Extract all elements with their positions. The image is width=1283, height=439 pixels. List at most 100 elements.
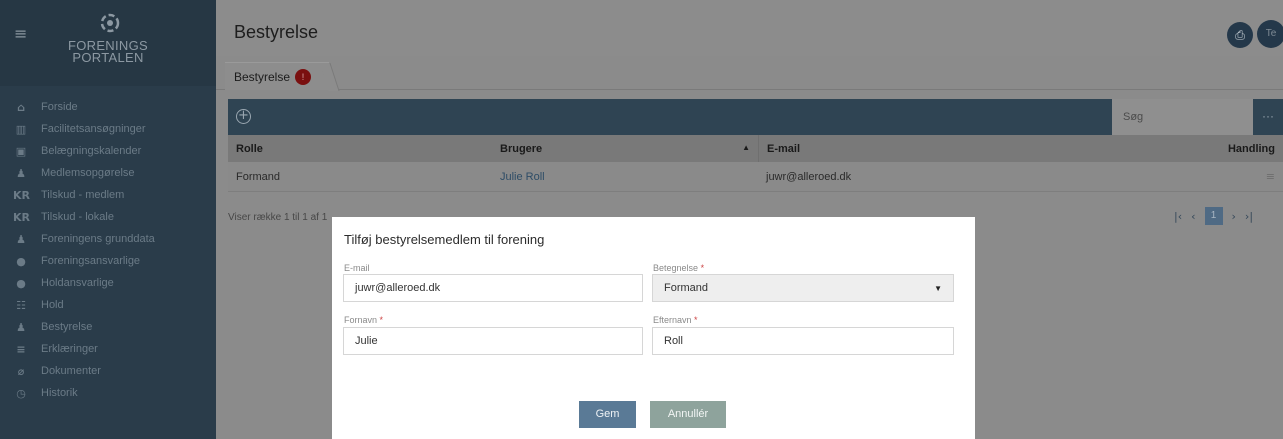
sort-asc-icon: ▲ [742, 142, 750, 152]
sidebar-item-label: Facilitetsansøgninger [41, 123, 146, 135]
table-header: Rolle Brugere ▲ E-mail Handling [228, 135, 1283, 162]
list-check-icon: ≡ [16, 342, 26, 356]
sidebar-item[interactable]: ● Holdansvarlige [0, 272, 216, 294]
sidebar-item-label: Foreningens grunddata [41, 233, 155, 245]
kr-icon: KR [13, 188, 30, 202]
betegnelse-value: Formand [664, 282, 709, 294]
cell-brugere: Julie Roll [492, 171, 758, 183]
sidebar-item[interactable]: ♟ Medlemsopgørelse [0, 162, 216, 184]
logo-icon [100, 13, 120, 33]
column-header-rolle[interactable]: Rolle [228, 143, 492, 155]
next-page-icon[interactable]: › [1232, 210, 1236, 223]
sidebar-item-label: Hold [41, 299, 64, 311]
sidebar-item[interactable]: ♟ Bestyrelse [0, 316, 216, 338]
kr-icon: KR [13, 210, 30, 224]
tab-bestyrelse[interactable]: Bestyrelse ! [225, 62, 330, 90]
sidebar-item[interactable]: ☷ Hold [0, 294, 216, 316]
sidebar-item-label: Tilskud - medlem [41, 189, 125, 201]
building-icon: ▥ [15, 122, 27, 136]
paperclip-icon: ⌀ [17, 364, 25, 378]
user-link[interactable]: Julie Roll [500, 171, 545, 183]
sidebar-item[interactable]: ♟ Foreningens grunddata [0, 228, 216, 250]
fornavn-field[interactable]: Julie [343, 327, 643, 355]
add-circle-icon[interactable]: + [236, 109, 251, 124]
save-button[interactable]: Gem [579, 401, 636, 428]
sidebar-item-label: Medlemsopgørelse [41, 167, 135, 179]
page-title: Bestyrelse [234, 22, 319, 42]
column-header-email[interactable]: E-mail [758, 135, 1206, 162]
sidebar-item-label: Bestyrelse [41, 321, 93, 333]
tab-bar: Bestyrelse ! [216, 56, 1283, 90]
dialog-title: Tilføj bestyrelsemedlem til forening [344, 232, 545, 247]
user-circle-icon: ● [16, 276, 26, 290]
add-board-member-dialog: Tilføj bestyrelsemedlem til forening E-m… [332, 217, 975, 439]
cancel-button[interactable]: Annullér [650, 401, 726, 428]
table-row: Formand Julie Roll juwr@alleroed.dk ≡ [228, 162, 1283, 192]
sidebar-item[interactable]: ⌂ Forside [0, 96, 216, 118]
home-icon: ⌂ [17, 100, 25, 114]
sidebar-item-label: Historik [41, 387, 78, 399]
column-header-handling: Handling [1227, 142, 1275, 155]
prev-page-icon[interactable]: ‹ [1191, 210, 1195, 223]
efternavn-label: Efternavn * [653, 315, 698, 325]
avatar[interactable]: Te [1257, 20, 1283, 48]
required-mark: * [694, 315, 698, 325]
sidebar-item[interactable]: ⌀ Dokumenter [0, 360, 216, 382]
sidebar-item[interactable]: ▣ Belægningskalender [0, 140, 216, 162]
email-field[interactable]: juwr@alleroed.dk [343, 274, 643, 302]
page-number-button[interactable]: 1 [1204, 207, 1223, 225]
sidebar-item-label: Belægningskalender [41, 145, 142, 157]
pagination: |‹ ‹ 1 › ›| [1174, 207, 1253, 225]
logo-line-2: PORTALEN [72, 50, 144, 65]
sidebar-item-label: Tilskud - lokale [41, 211, 114, 223]
team-icon: ☷ [16, 298, 26, 312]
logo-text: FORENINGS PORTALEN [0, 39, 216, 65]
first-page-icon[interactable]: |‹ [1174, 210, 1182, 223]
email-label: E-mail [344, 263, 370, 273]
sidebar-item[interactable]: KR Tilskud - medlem [0, 184, 216, 206]
sidebar-item[interactable]: ◷ Historik [0, 382, 216, 404]
table-toolbar: + Søg ··· [228, 99, 1283, 135]
efternavn-label-text: Efternavn [653, 315, 692, 325]
history-icon: ◷ [16, 386, 26, 400]
column-header-brugere[interactable]: Brugere ▲ [492, 143, 758, 155]
sidebar-menu: ⌂ Forside ▥ Facilitetsansøgninger ▣ Belægning… [0, 86, 216, 404]
alert-badge: ! [295, 68, 312, 85]
header: Bestyrelse ⎙ Te [216, 0, 1283, 56]
betegnelse-label-text: Betegnelse [653, 263, 699, 273]
last-page-icon[interactable]: ›| [1245, 210, 1253, 223]
sidebar-header: ≡ FORENINGS PORTALEN [0, 0, 216, 86]
cell-email: juwr@alleroed.dk [766, 170, 852, 183]
sidebar-item-label: Erklæringer [41, 343, 98, 355]
sidebar-item[interactable]: KR Tilskud - lokale [0, 206, 216, 228]
sidebar: ≡ FORENINGS PORTALEN ⌂ Forside ▥ Facilitets… [0, 0, 216, 439]
search-input[interactable]: Søg [1112, 99, 1253, 135]
email-label-text: E-mail [344, 263, 370, 273]
dropdown-caret-icon: ▼ [934, 283, 942, 293]
sidebar-item-label: Forside [41, 101, 78, 113]
betegnelse-select[interactable]: Formand ▼ [652, 274, 954, 302]
cell-handling: ≡ [1206, 170, 1283, 183]
cell-rolle: Formand [236, 170, 281, 183]
calendar-icon: ▣ [15, 144, 27, 158]
sidebar-item[interactable]: ≡ Erklæringer [0, 338, 216, 360]
required-mark: * [379, 315, 384, 325]
betegnelse-label: Betegnelse * [653, 263, 704, 273]
tab-label: Bestyrelse [234, 69, 291, 84]
board-icon: ♟ [16, 320, 26, 334]
required-mark: * [700, 263, 705, 273]
more-options-button[interactable]: ··· [1253, 99, 1283, 135]
efternavn-field[interactable]: Roll [652, 327, 954, 355]
group-icon: ♟ [16, 232, 26, 246]
column-header-brugere-label: Brugere [500, 142, 543, 155]
sidebar-item-label: Foreningsansvarlige [41, 255, 141, 267]
print-icon[interactable]: ⎙ [1227, 22, 1253, 48]
sidebar-item[interactable]: ▥ Facilitetsansøgninger [0, 118, 216, 140]
sidebar-item[interactable]: ● Foreningsansvarlige [0, 250, 216, 272]
fornavn-label: Fornavn * [344, 315, 383, 325]
add-user-icon: ♟ [16, 166, 26, 180]
row-menu-icon[interactable]: ≡ [1266, 170, 1275, 183]
sidebar-item-label: Dokumenter [41, 365, 101, 377]
sidebar-item-label: Holdansvarlige [41, 277, 114, 289]
board-table: + Søg ··· Rolle Brugere ▲ E-mail Handlin… [228, 99, 1283, 192]
